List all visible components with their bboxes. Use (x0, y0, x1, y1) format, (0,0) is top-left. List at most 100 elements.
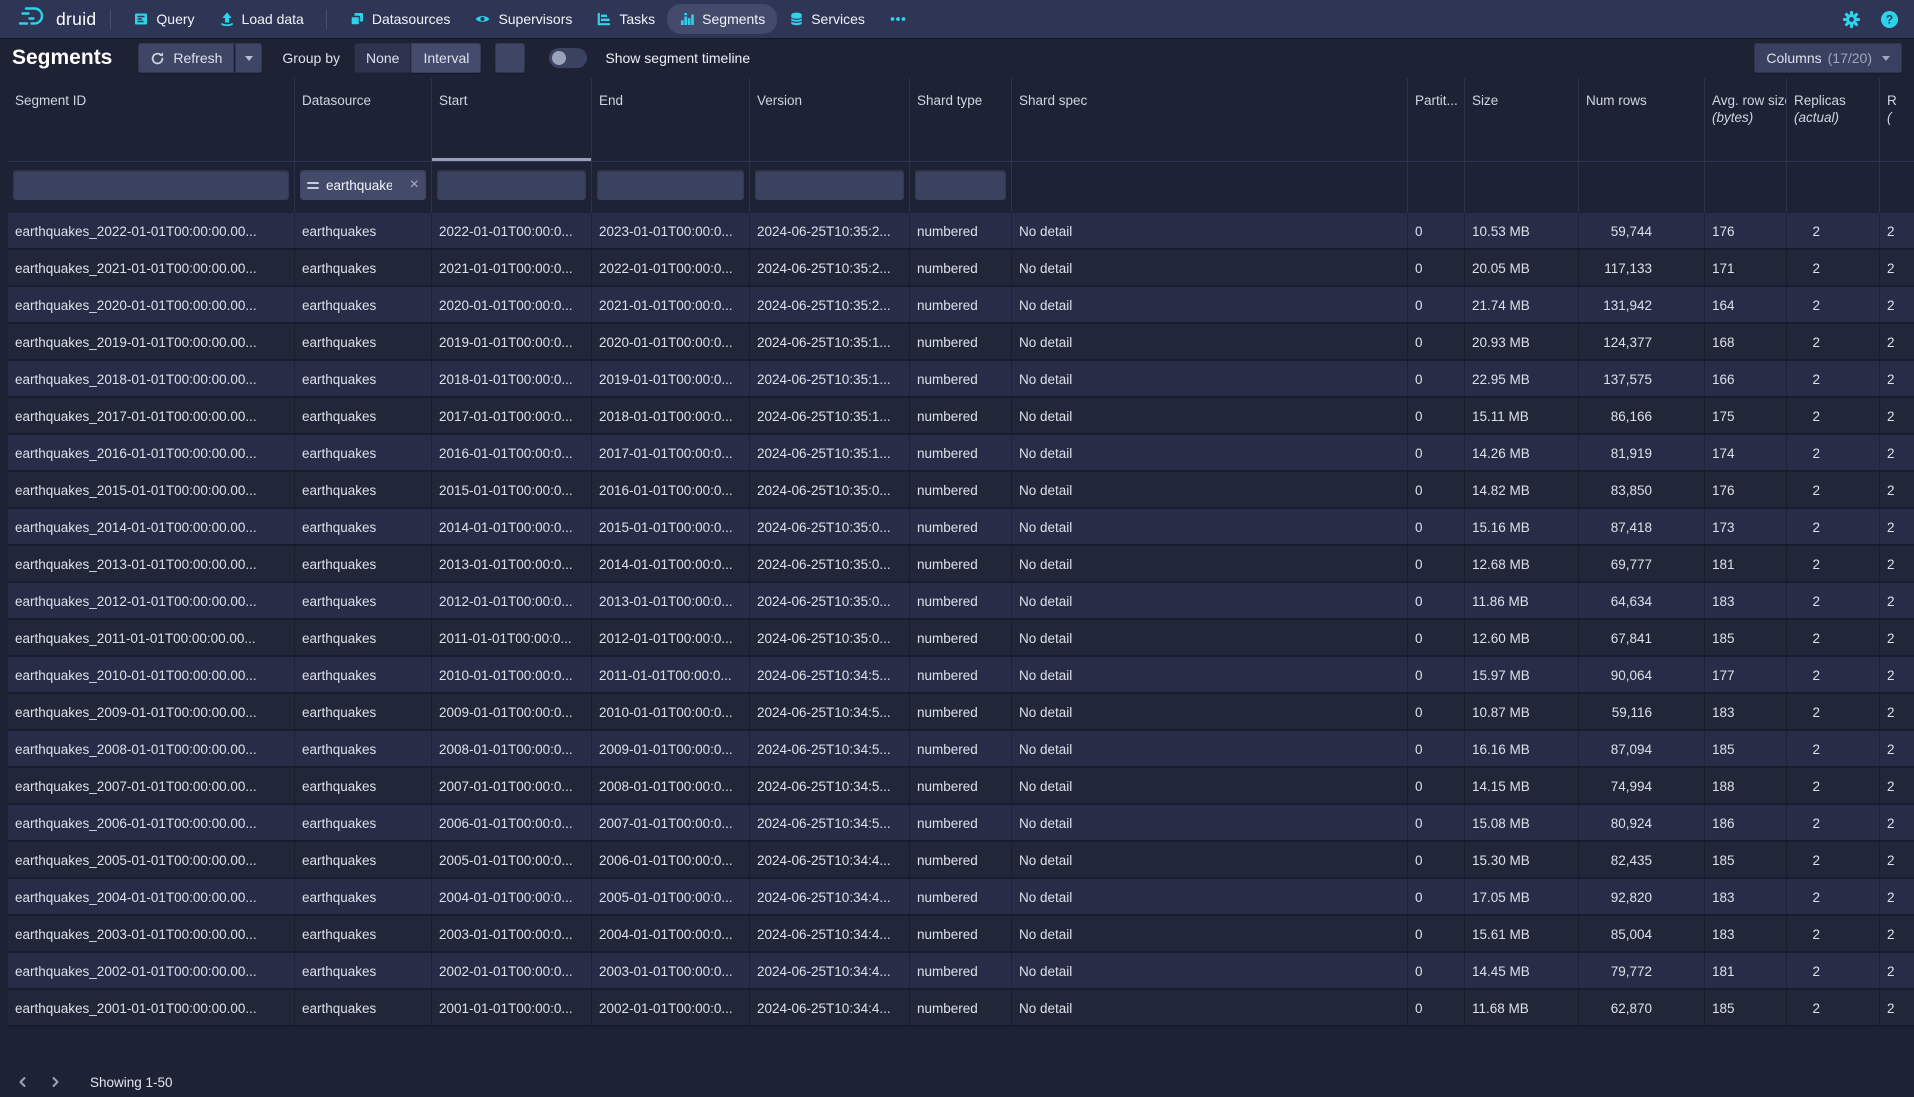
next-page-button[interactable] (42, 1069, 68, 1095)
column-sublabel: ( (1887, 110, 1914, 125)
datasource-filter-tag[interactable]: earthquake× (300, 170, 426, 200)
column-header-datasource[interactable]: Datasource (295, 78, 432, 161)
segment-timeline-label: Show segment timeline (605, 50, 750, 66)
table-row[interactable]: earthquakes_2006-01-01T00:00:00.00...ear… (8, 805, 1914, 842)
cell-version: 2024-06-25T10:35:2... (750, 250, 910, 285)
column-header-version[interactable]: Version (750, 78, 910, 161)
table-row[interactable]: earthquakes_2005-01-01T00:00:00.00...ear… (8, 842, 1914, 879)
table-row[interactable]: earthquakes_2009-01-01T00:00:00.00...ear… (8, 694, 1914, 731)
nav-separator (110, 9, 111, 29)
column-header-num-rows[interactable]: Num rows (1579, 78, 1705, 161)
filter-input-shard-type[interactable] (915, 170, 1006, 200)
refresh-icon (150, 51, 165, 66)
more-options-button[interactable] (495, 43, 525, 73)
column-header-shard-spec[interactable]: Shard spec (1012, 78, 1408, 161)
table-row[interactable]: earthquakes_2001-01-01T00:00:00.00...ear… (8, 990, 1914, 1027)
table-row[interactable]: earthquakes_2021-01-01T00:00:00.00...ear… (8, 250, 1914, 287)
segments-icon (679, 11, 695, 27)
table-row[interactable]: earthquakes_2015-01-01T00:00:00.00...ear… (8, 472, 1914, 509)
cell-avg-row-size: 185 (1705, 620, 1787, 655)
cell-end: 2016-01-01T00:00:0... (592, 472, 750, 507)
columns-button[interactable]: Columns (17/20) (1754, 43, 1902, 73)
table-row[interactable]: earthquakes_2020-01-01T00:00:00.00...ear… (8, 287, 1914, 324)
column-header-size[interactable]: Size (1465, 78, 1579, 161)
table-row[interactable]: earthquakes_2007-01-01T00:00:00.00...ear… (8, 768, 1914, 805)
refresh-dropdown-button[interactable] (235, 43, 262, 73)
table-row[interactable]: earthquakes_2014-01-01T00:00:00.00...ear… (8, 509, 1914, 546)
table-row[interactable]: earthquakes_2008-01-01T00:00:00.00...ear… (8, 731, 1914, 768)
cell-partition: 0 (1408, 953, 1465, 988)
cell-partition: 0 (1408, 657, 1465, 692)
toggle-knob (552, 51, 566, 65)
cell-shard-spec: No detail (1012, 842, 1408, 877)
nav-item-supervisors[interactable]: Supervisors (462, 4, 584, 34)
cell-avg-row-size: 186 (1705, 805, 1787, 840)
cell-num-rows: 86,166 (1579, 398, 1705, 433)
svg-text:?: ? (1885, 12, 1892, 26)
filter-input-segment-id[interactable] (13, 170, 289, 200)
settings-gear-icon[interactable] (1840, 8, 1862, 30)
cell-datasource: earthquakes (295, 694, 432, 729)
cell-end: 2012-01-01T00:00:0... (592, 620, 750, 655)
cell-start: 2008-01-01T00:00:0... (432, 731, 592, 766)
cell-replicated: 2 (1880, 768, 1914, 803)
table-row[interactable]: earthquakes_2012-01-01T00:00:00.00...ear… (8, 583, 1914, 620)
cell-end: 2010-01-01T00:00:0... (592, 694, 750, 729)
cell-start: 2019-01-01T00:00:0... (432, 324, 592, 359)
nav-item-segments[interactable]: Segments (667, 4, 777, 34)
nav-item-datasources[interactable]: Datasources (337, 4, 463, 34)
nav-item-tasks[interactable]: Tasks (584, 4, 667, 34)
refresh-button[interactable]: Refresh (138, 43, 234, 73)
nav-item-load-data[interactable]: Load data (207, 4, 316, 34)
cell-avg-row-size: 185 (1705, 731, 1787, 766)
previous-page-button[interactable] (10, 1069, 36, 1095)
column-header-segment-id[interactable]: Segment ID (8, 78, 295, 161)
filter-input-version[interactable] (755, 170, 904, 200)
table-row[interactable]: earthquakes_2022-01-01T00:00:00.00...ear… (8, 213, 1914, 250)
cell-segment-id: earthquakes_2007-01-01T00:00:00.00... (8, 768, 295, 803)
nav-item-services[interactable]: Services (777, 4, 877, 34)
segment-timeline-toggle[interactable] (549, 48, 587, 68)
filter-input-start[interactable] (437, 170, 586, 200)
cell-start: 2001-01-01T00:00:0... (432, 990, 592, 1025)
column-header-replicas[interactable]: Replicas(actual) (1787, 78, 1880, 161)
cell-partition: 0 (1408, 324, 1465, 359)
close-icon[interactable]: × (410, 177, 419, 193)
cell-num-rows: 64,634 (1579, 583, 1705, 618)
column-header-avg-row-size[interactable]: Avg. row size(bytes) (1705, 78, 1787, 161)
cell-end: 2015-01-01T00:00:0... (592, 509, 750, 544)
table-row[interactable]: earthquakes_2010-01-01T00:00:00.00...ear… (8, 657, 1914, 694)
cell-partition: 0 (1408, 731, 1465, 766)
nav-item-query[interactable]: Query (121, 4, 206, 34)
column-header-partition[interactable]: Partit... (1408, 78, 1465, 161)
cell-shard-type: numbered (910, 694, 1012, 729)
group-by-none-button[interactable]: None (354, 43, 411, 73)
cell-replicated: 2 (1880, 879, 1914, 914)
group-by-interval-button[interactable]: Interval (411, 43, 481, 73)
cell-avg-row-size: 173 (1705, 509, 1787, 544)
filter-input-end[interactable] (597, 170, 744, 200)
table-row[interactable]: earthquakes_2013-01-01T00:00:00.00...ear… (8, 546, 1914, 583)
cell-shard-spec: No detail (1012, 879, 1408, 914)
table-row[interactable]: earthquakes_2019-01-01T00:00:00.00...ear… (8, 324, 1914, 361)
table-row[interactable]: earthquakes_2002-01-01T00:00:00.00...ear… (8, 953, 1914, 990)
nav-more-menu[interactable] (877, 4, 919, 34)
cell-version: 2024-06-25T10:35:0... (750, 583, 910, 618)
table-row[interactable]: earthquakes_2004-01-01T00:00:00.00...ear… (8, 879, 1914, 916)
cell-version: 2024-06-25T10:34:4... (750, 953, 910, 988)
cell-datasource: earthquakes (295, 361, 432, 396)
table-row[interactable]: earthquakes_2003-01-01T00:00:00.00...ear… (8, 916, 1914, 953)
table-row[interactable]: earthquakes_2016-01-01T00:00:00.00...ear… (8, 435, 1914, 472)
help-icon[interactable]: ? (1878, 8, 1900, 30)
table-row[interactable]: earthquakes_2018-01-01T00:00:00.00...ear… (8, 361, 1914, 398)
table-row[interactable]: earthquakes_2017-01-01T00:00:00.00...ear… (8, 398, 1914, 435)
column-header-replicated[interactable]: R( (1880, 78, 1914, 161)
column-header-shard-type[interactable]: Shard type (910, 78, 1012, 161)
column-header-start[interactable]: Start (432, 78, 592, 161)
druid-logo[interactable]: druid (14, 5, 100, 34)
cell-segment-id: earthquakes_2014-01-01T00:00:00.00... (8, 509, 295, 544)
group-by-label: Group by (282, 50, 340, 66)
table-row[interactable]: earthquakes_2011-01-01T00:00:00.00...ear… (8, 620, 1914, 657)
cell-size: 17.05 MB (1465, 879, 1579, 914)
column-header-end[interactable]: End (592, 78, 750, 161)
